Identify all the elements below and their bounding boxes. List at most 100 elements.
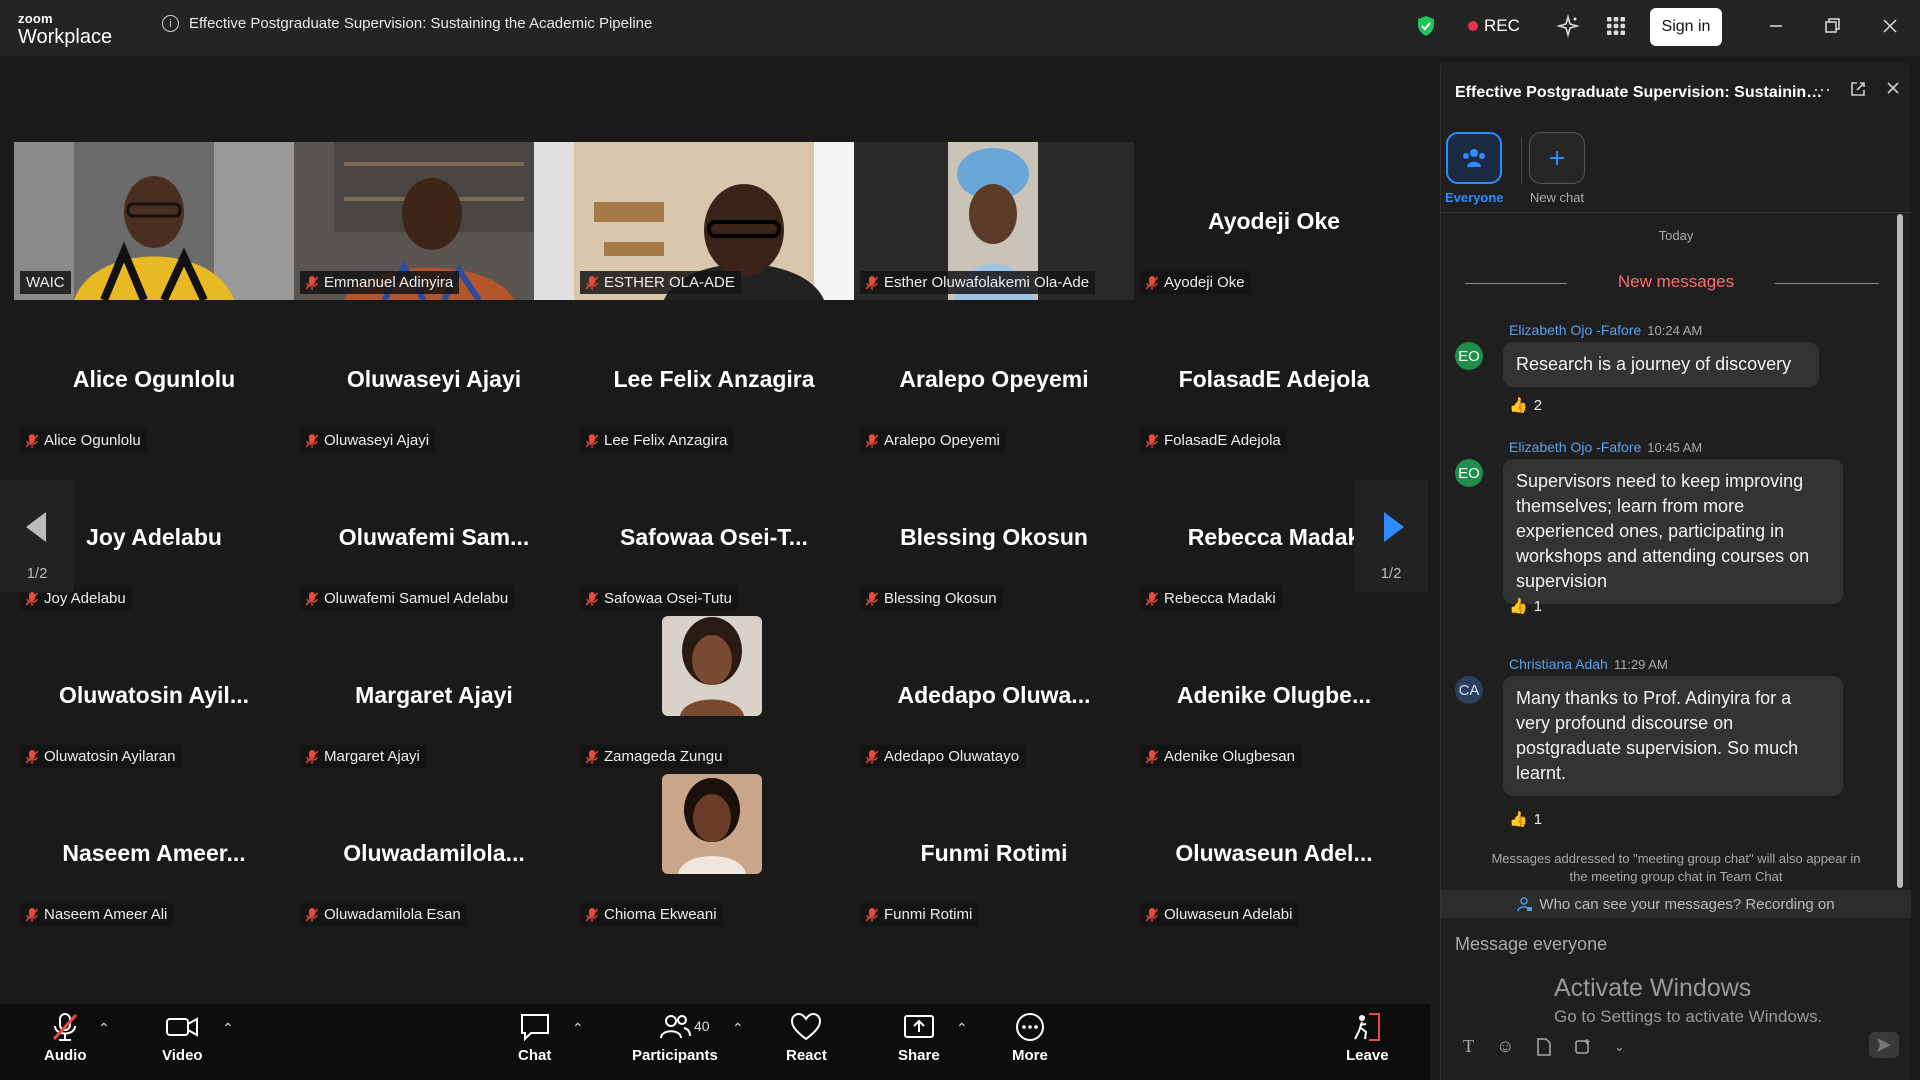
next-page-button[interactable]: 1/2 xyxy=(1354,480,1428,592)
channel-new-chat[interactable]: New chat xyxy=(1529,132,1585,205)
emoji-icon[interactable]: ☺ xyxy=(1496,1036,1514,1057)
channel-everyone-label: Everyone xyxy=(1445,190,1504,205)
close-icon[interactable] xyxy=(1885,80,1901,96)
sender-name[interactable]: Christiana Adah xyxy=(1509,656,1608,672)
audio-button[interactable]: Audio xyxy=(44,1012,87,1064)
chat-message[interactable]: EO Elizabeth Ojo -Fafore 10:45 AM Supervi… xyxy=(1455,439,1895,619)
participant-tile[interactable]: Lee Felix Anzagira Lee Felix Anzagira xyxy=(574,300,854,458)
screenshot-icon[interactable] xyxy=(1574,1038,1592,1056)
participant-name-label: Zamageda Zungu xyxy=(580,745,729,768)
channel-everyone[interactable]: Everyone xyxy=(1445,132,1504,205)
reaction-thumbs-up[interactable]: 👍 1 xyxy=(1509,597,1542,616)
participant-tile[interactable]: Oluwaseyi Ajayi Oluwaseyi Ajayi xyxy=(294,300,574,458)
mic-off-icon xyxy=(866,275,878,290)
participant-tile[interactable]: Chioma Ekweani xyxy=(574,774,854,932)
participant-tile[interactable]: Adenike Olugbe... Adenike Olugbesan xyxy=(1134,616,1414,774)
participant-tile[interactable]: Emmanuel Adinyira xyxy=(294,142,574,300)
chat-message[interactable]: EO Elizabeth Ojo -Fafore 10:24 AM Researc… xyxy=(1455,322,1895,422)
mic-off-icon xyxy=(866,907,878,922)
chat-button[interactable]: Chat xyxy=(518,1012,551,1064)
activate-title: Activate Windows xyxy=(1554,974,1752,1002)
participant-name-label: Oluwaseun Adelabi xyxy=(1140,903,1299,926)
share-button[interactable]: Share xyxy=(898,1012,940,1064)
participants-options-chevron-icon[interactable]: ⌃ xyxy=(732,1020,744,1037)
participant-tile[interactable]: Funmi Rotimi Funmi Rotimi xyxy=(854,774,1134,932)
who-can-see-button[interactable]: Who can see your messages? Recording on xyxy=(1441,890,1911,918)
audio-options-chevron-icon[interactable]: ⌃ xyxy=(98,1020,110,1037)
chat-footnote: Messages addressed to "meeting group cha… xyxy=(1491,851,1861,884)
participant-tile[interactable]: Oluwaseun Adel... Oluwaseun Adelabi xyxy=(1134,774,1414,932)
restore-icon[interactable] xyxy=(1820,14,1844,38)
participant-tile[interactable]: ESTHER OLA-ADE xyxy=(574,142,854,300)
divider xyxy=(1441,212,1911,213)
react-button[interactable]: React xyxy=(786,1012,827,1064)
chat-message[interactable]: CA Christiana Adah 11:29 AM Many thanks t… xyxy=(1455,656,1895,828)
message-input[interactable]: Message everyone xyxy=(1455,934,1607,955)
mic-off-icon xyxy=(306,749,318,764)
video-options-chevron-icon[interactable]: ⌃ xyxy=(222,1020,234,1037)
zoom-app-window: zoom Workplace i Effective Postgraduate … xyxy=(0,0,1920,1080)
more-button[interactable]: More xyxy=(1012,1012,1048,1064)
participant-tile[interactable]: Margaret Ajayi Margaret Ajayi xyxy=(294,616,574,774)
chat-scrollbar[interactable] xyxy=(1897,214,1903,888)
participant-tile[interactable]: Naseem Ameer... Naseem Ameer Ali xyxy=(14,774,294,932)
channel-new-chat-label: New chat xyxy=(1529,190,1585,205)
sign-in-button[interactable]: Sign in xyxy=(1650,8,1722,46)
participant-name-label: WAIC xyxy=(20,271,71,294)
participants-count: 40 xyxy=(694,1018,710,1034)
participant-tile[interactable]: FolasadE Adejola FolasadE Adejola xyxy=(1134,300,1414,458)
more-options-icon[interactable]: ⋯ xyxy=(1813,80,1831,101)
participant-name-label: Oluwatosin Ayilaran xyxy=(20,745,182,768)
page-indicator: 1/2 xyxy=(26,565,48,582)
plus-icon xyxy=(1529,132,1585,184)
participant-tile[interactable]: Oluwadamilola... Oluwadamilola Esan xyxy=(294,774,574,932)
participant-tile[interactable]: Ayodeji Oke Ayodeji Oke xyxy=(1134,142,1414,300)
participant-tile[interactable]: WAIC xyxy=(14,142,294,300)
participant-name-label: Aralepo Opeyemi xyxy=(860,429,1006,452)
mic-off-icon xyxy=(866,433,878,448)
reaction-thumbs-up[interactable]: 👍 2 xyxy=(1509,396,1542,415)
participant-tile[interactable]: Adedapo Oluwa... Adedapo Oluwatayo xyxy=(854,616,1134,774)
chat-options-chevron-icon[interactable]: ⌃ xyxy=(572,1020,584,1037)
participants-icon xyxy=(659,1015,691,1039)
meeting-info[interactable]: i Effective Postgraduate Supervision: Su… xyxy=(162,15,652,32)
recording-indicator[interactable]: REC xyxy=(1468,16,1520,36)
leave-button[interactable]: Leave xyxy=(1346,1012,1389,1064)
divider xyxy=(1775,283,1879,284)
reaction-thumbs-up[interactable]: 👍 1 xyxy=(1509,810,1542,829)
minimize-icon[interactable] xyxy=(1764,14,1788,38)
mic-off-icon xyxy=(306,591,318,606)
info-icon[interactable]: i xyxy=(162,15,179,32)
apps-grid-icon[interactable] xyxy=(1606,16,1626,36)
previous-page-button[interactable]: 1/2 xyxy=(0,480,74,592)
message-bubble: Supervisors need to keep improving thems… xyxy=(1503,459,1843,604)
rec-dot-icon xyxy=(1468,21,1478,31)
message-meta: Christiana Adah 11:29 AM xyxy=(1509,656,1668,672)
thumbs-up-icon: 👍 xyxy=(1509,397,1528,414)
sender-name[interactable]: Elizabeth Ojo -Fafore xyxy=(1509,439,1641,455)
pop-out-icon[interactable] xyxy=(1849,80,1867,98)
message-time: 11:29 AM xyxy=(1613,657,1668,672)
title-bar: zoom Workplace i Effective Postgraduate … xyxy=(0,0,1920,56)
video-button[interactable]: Video xyxy=(162,1012,203,1064)
encryption-shield-icon[interactable] xyxy=(1416,15,1436,37)
participant-tile[interactable]: Oluwatosin Ayil... Oluwatosin Ayilaran xyxy=(14,616,294,774)
format-text-icon[interactable]: T xyxy=(1463,1036,1474,1057)
participant-tile[interactable]: Zamageda Zungu xyxy=(574,616,854,774)
participant-tile[interactable]: Blessing Okosun Blessing Okosun xyxy=(854,458,1134,616)
participant-tile[interactable]: Esther Oluwafolakemi Ola-Ade xyxy=(854,142,1134,300)
video-grid: WAIC Emmanuel Adinyira ESTHER OLA-ADE Es… xyxy=(0,56,1430,1004)
participant-tile[interactable]: Aralepo Opeyemi Aralepo Opeyemi xyxy=(854,300,1134,458)
close-window-icon[interactable] xyxy=(1878,14,1902,38)
page-indicator: 1/2 xyxy=(1380,565,1402,582)
send-button[interactable] xyxy=(1869,1032,1899,1058)
chevron-down-icon[interactable]: ⌄ xyxy=(1614,1040,1624,1054)
sender-name[interactable]: Elizabeth Ojo -Fafore xyxy=(1509,322,1641,338)
ai-companion-icon[interactable] xyxy=(1556,14,1580,38)
share-options-chevron-icon[interactable]: ⌃ xyxy=(956,1020,968,1037)
participant-tile[interactable]: Safowaa Osei-T... Safowaa Osei-Tutu xyxy=(574,458,854,616)
file-icon[interactable] xyxy=(1536,1037,1552,1056)
thumbs-up-icon: 👍 xyxy=(1509,598,1528,615)
participant-tile[interactable]: Alice Ogunlolu Alice Ogunlolu xyxy=(14,300,294,458)
participant-tile[interactable]: Oluwafemi Sam... Oluwafemi Samuel Adelab… xyxy=(294,458,574,616)
